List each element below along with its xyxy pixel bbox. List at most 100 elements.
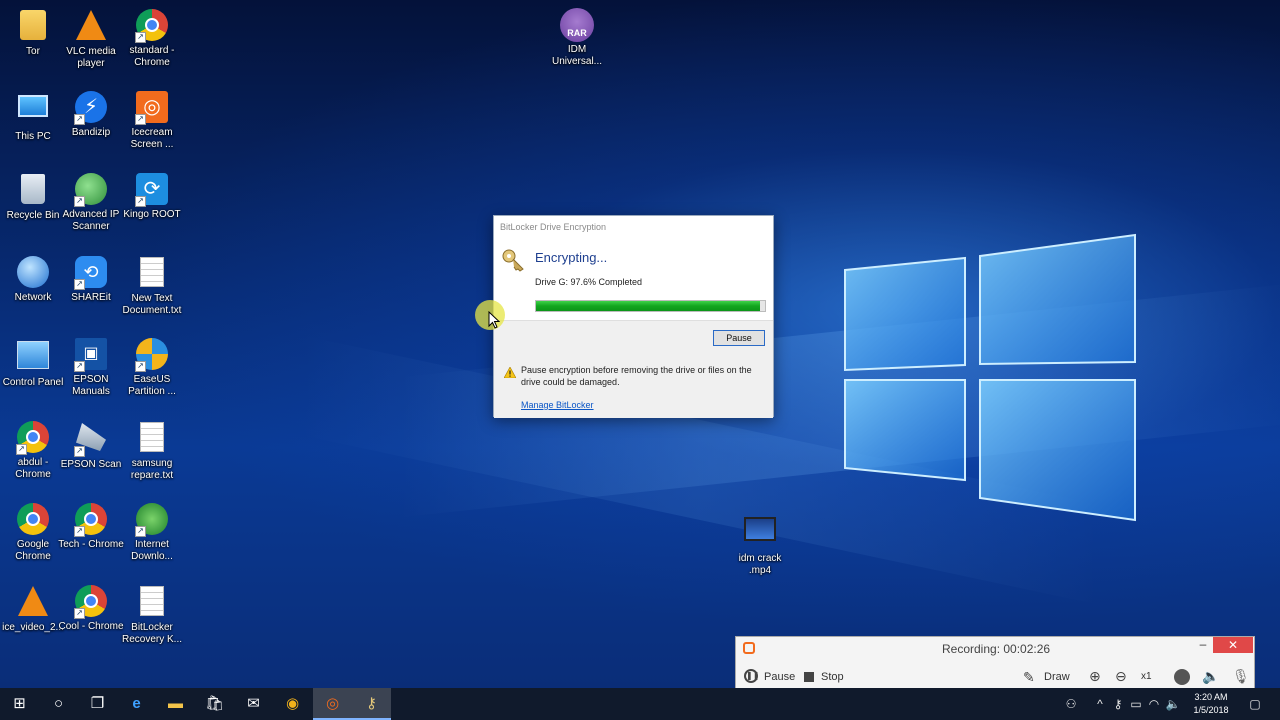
recorder-stop-button[interactable]: Stop [821,671,844,683]
desktop-icon-advanced-ip-scanner[interactable]: ↗ Advanced IP Scanner [58,172,124,233]
desktop-icon-network[interactable]: Network [0,255,66,304]
desktop-icon-abdul-chrome[interactable]: ↗ abdul - Chrome [0,420,66,481]
shortcut-arrow-icon: ↗ [135,114,146,125]
dialog-footer: Pause Pause encryption before removing t… [494,320,773,418]
desktop-icon-idm-universal[interactable]: RAR IDM Universal... [544,8,610,68]
desktop-icon-label: Internet Downlo... [131,539,173,562]
desktop-icon-label: EaseUS Partition ... [128,374,176,397]
desktop-icon-recycle-bin[interactable]: Recycle Bin [0,172,66,222]
clock-date: 1/5/2018 [1193,705,1229,715]
chrome-taskbar-icon[interactable]: ◉ [273,688,312,720]
desktop-icon-internet-download-manager[interactable]: ↗ Internet Downlo... [119,502,185,563]
desktop-icon-label: EPSON Scan [60,459,122,470]
windows-logo-wallpaper [844,233,1136,522]
people-icon[interactable]: ⚇ [1062,688,1080,720]
computer-icon [18,95,48,117]
desktop-icon-ice-video[interactable]: ice_video_2... [0,584,66,634]
pause-icon[interactable]: ❚❚ [744,669,759,683]
desktop-icon-this-pc[interactable]: This PC [0,90,66,143]
desktop-icon-control-panel[interactable]: Control Panel [0,337,66,389]
desktop-icon-label: Control Panel [2,377,64,388]
recorder-pause-button[interactable]: Pause [764,671,795,683]
desktop-icon-epson-manuals[interactable]: ▣ ↗ EPSON Manuals [58,337,124,398]
clock-time: 3:20 AM [1194,692,1228,702]
microphone-icon[interactable]: 🎙 [1232,668,1250,685]
desktop-icon-label: standard - Chrome [129,45,175,68]
desktop-icon-epson-scan[interactable]: ↗ EPSON Scan [58,420,124,471]
vlc-icon [76,10,106,40]
system-clock[interactable]: 3:20 AM 1/5/2018 [1186,691,1236,717]
webcam-icon[interactable] [1174,669,1190,685]
bitlocker-key-icon [502,249,524,272]
control-panel-icon [17,341,49,369]
desktop-icon-label: Recycle Bin [6,210,60,221]
desktop-icon-shareit[interactable]: ⟲ ↗ SHAREit [58,255,124,304]
desktop-icon-cool-chrome[interactable]: ↗ Cool - Chrome [58,584,124,633]
desktop-icon-icecream-screen[interactable]: ◎ ↗ Icecream Screen ... [119,90,185,151]
tor-icon [20,10,46,40]
recorder-logo-icon [743,642,755,654]
vlc-icon [18,586,48,616]
task-view-icon[interactable]: ❐ [78,688,117,720]
zoom-out-icon[interactable]: ⊖ [1115,668,1127,685]
desktop-icon-bitlocker-recovery-key[interactable]: BitLocker Recovery K... [119,584,185,646]
desktop-icon-label: Bandizip [71,127,111,138]
edge-browser-icon[interactable]: e [117,688,156,720]
mail-icon[interactable]: ✉ [234,688,273,720]
desktop-icon-label: Advanced IP Scanner [62,209,120,232]
desktop-icon-label: This PC [15,131,51,142]
battery-icon[interactable]: ▭ [1128,688,1144,720]
show-hidden-icons-chevron-icon[interactable]: ^ [1092,688,1108,720]
encryption-progress-bar [535,300,766,312]
zoom-level: x1 [1141,671,1152,682]
desktop-icon-vlc[interactable]: VLC media player [58,8,124,70]
desktop-icon-easeus-partition[interactable]: ↗ EaseUS Partition ... [119,337,185,398]
manage-bitlocker-link[interactable]: Manage BitLocker [521,400,594,410]
encryption-status: Drive G: 97.6% Completed [535,277,643,287]
desktop-icon-samsung-repare[interactable]: samsung repare.txt [119,420,185,482]
desktop: Tor This PC Recycle Bin Network Control … [0,0,1280,688]
pause-button[interactable]: Pause [713,330,765,346]
desktop-icon-label: EPSON Manuals [72,374,110,397]
search-cortana-icon[interactable]: ○ [39,688,78,720]
recorder-draw-button[interactable]: Draw [1044,671,1070,683]
icecream-recorder-taskbar-icon[interactable]: ◎ [313,688,352,720]
rar-badge: RAR [567,28,587,38]
store-icon[interactable]: 🛍 [195,688,234,720]
taskbar: ⊞ ○ ❐ e ▬ 🛍 ✉ ◉ ◎ ⚷ ⚇ ^ ⚷ ▭ ◠ 🔈 3:20 AM … [0,688,1280,720]
shortcut-arrow-icon: ↗ [74,446,85,457]
desktop-icon-idm-crack-mp4[interactable]: idm crack .mp4 [727,512,793,577]
wifi-icon[interactable]: ◠ [1146,688,1162,720]
file-explorer-icon[interactable]: ▬ [156,688,195,720]
desktop-icon-label: IDM Universal... [551,44,602,67]
action-center-notification-icon[interactable]: ▢ [1244,688,1266,720]
desktop-icon-standard-chrome[interactable]: ↗ standard - Chrome [119,8,185,69]
desktop-icon-label: Kingo ROOT [123,209,181,220]
speaker-icon[interactable]: 🔈 [1202,668,1219,685]
desktop-icon-tech-chrome[interactable]: ↗ Tech - Chrome [58,502,124,551]
shortcut-arrow-icon: ↗ [74,526,85,537]
desktop-icon-tor[interactable]: Tor [0,8,66,58]
close-icon[interactable]: ✕ [1213,637,1253,653]
warning-icon [504,367,516,378]
bitlocker-taskbar-icon[interactable]: ⚷ [352,688,391,720]
tray-app-icon[interactable]: ⚷ [1110,688,1126,720]
desktop-icon-bandizip[interactable]: ⚡ ↗ Bandizip [58,90,124,139]
zoom-in-icon[interactable]: ⊕ [1089,668,1101,685]
desktop-icon-kingo-root[interactable]: ⟳ ↗ Kingo ROOT [119,172,185,221]
shortcut-arrow-icon: ↗ [74,279,85,290]
volume-icon[interactable]: 🔈 [1164,688,1182,720]
desktop-icon-label: Icecream Screen ... [130,127,174,150]
shortcut-arrow-icon: ↗ [74,114,85,125]
desktop-icon-google-chrome[interactable]: Google Chrome [0,502,66,563]
shortcut-arrow-icon: ↗ [74,361,85,372]
recording-timer: Recording: 00:02:26 [942,642,1051,656]
shortcut-arrow-icon: ↗ [16,444,27,455]
shortcut-arrow-icon: ↗ [135,526,146,537]
desktop-icon-label: SHAREit [71,292,111,303]
desktop-icon-new-text-document[interactable]: New Text Document.txt [119,255,185,317]
stop-icon[interactable] [804,672,814,682]
start-button-windows-icon[interactable]: ⊞ [0,688,39,720]
pencil-icon[interactable]: ✎ [1023,669,1035,686]
minimize-icon[interactable]: – [1196,637,1210,653]
